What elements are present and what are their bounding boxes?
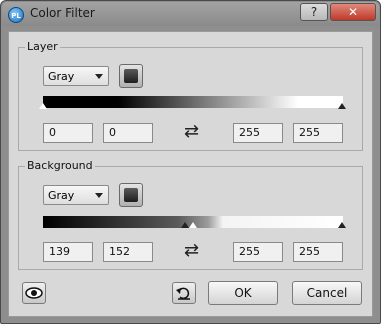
color-swatch-icon: [124, 188, 138, 202]
background-field-3[interactable]: 255: [233, 242, 283, 262]
swap-arrows-icon[interactable]: ⇄: [184, 242, 199, 260]
layer-high-marker[interactable]: [338, 103, 346, 109]
close-button[interactable]: ✕: [330, 3, 376, 21]
window-title: Color Filter: [30, 6, 95, 20]
background-low-marker-1[interactable]: [181, 222, 189, 228]
layer-gradient-bar: [43, 96, 343, 108]
preview-toggle-button[interactable]: [22, 282, 46, 304]
chevron-down-icon: [95, 74, 103, 79]
color-swatch-icon: [124, 69, 138, 83]
layer-group-label: Layer: [25, 40, 60, 53]
layer-field-1[interactable]: 0: [43, 123, 93, 143]
reset-icon: [176, 287, 190, 300]
background-low-marker-2[interactable]: [189, 222, 197, 228]
layer-field-3[interactable]: 255: [233, 123, 283, 143]
background-color-button[interactable]: [119, 183, 143, 207]
cancel-button[interactable]: Cancel: [292, 281, 362, 305]
dialog-body: Layer Gray 0 0 ⇄ 255 255 Background Gray: [8, 31, 373, 317]
app-icon: PL: [8, 7, 24, 23]
background-field-4[interactable]: 255: [293, 242, 343, 262]
layer-group: Layer Gray 0 0 ⇄ 255 255: [18, 40, 363, 151]
color-filter-dialog: PL Color Filter ? ✕ Layer Gray 0 0 ⇄ 255…: [0, 0, 381, 324]
layer-field-2[interactable]: 0: [103, 123, 153, 143]
background-group: Background Gray 139 152 ⇄ 255 255: [18, 159, 363, 270]
background-high-marker[interactable]: [338, 222, 346, 228]
background-group-label: Background: [25, 159, 95, 172]
layer-low-marker[interactable]: [39, 103, 47, 109]
chevron-down-icon: [95, 193, 103, 198]
background-mode-select[interactable]: Gray: [43, 185, 109, 205]
background-mode-value: Gray: [48, 189, 75, 202]
layer-mode-select[interactable]: Gray: [43, 66, 109, 86]
eye-icon: [25, 287, 43, 299]
layer-color-button[interactable]: [119, 64, 143, 88]
help-button[interactable]: ?: [300, 3, 328, 21]
title-bar[interactable]: PL Color Filter ? ✕: [2, 2, 379, 26]
background-field-1[interactable]: 139: [43, 242, 93, 262]
reset-button[interactable]: [172, 282, 196, 304]
ok-button[interactable]: OK: [208, 281, 278, 305]
layer-field-4[interactable]: 255: [293, 123, 343, 143]
swap-arrows-icon[interactable]: ⇄: [184, 123, 199, 141]
background-field-2[interactable]: 152: [103, 242, 153, 262]
layer-mode-value: Gray: [48, 70, 75, 83]
